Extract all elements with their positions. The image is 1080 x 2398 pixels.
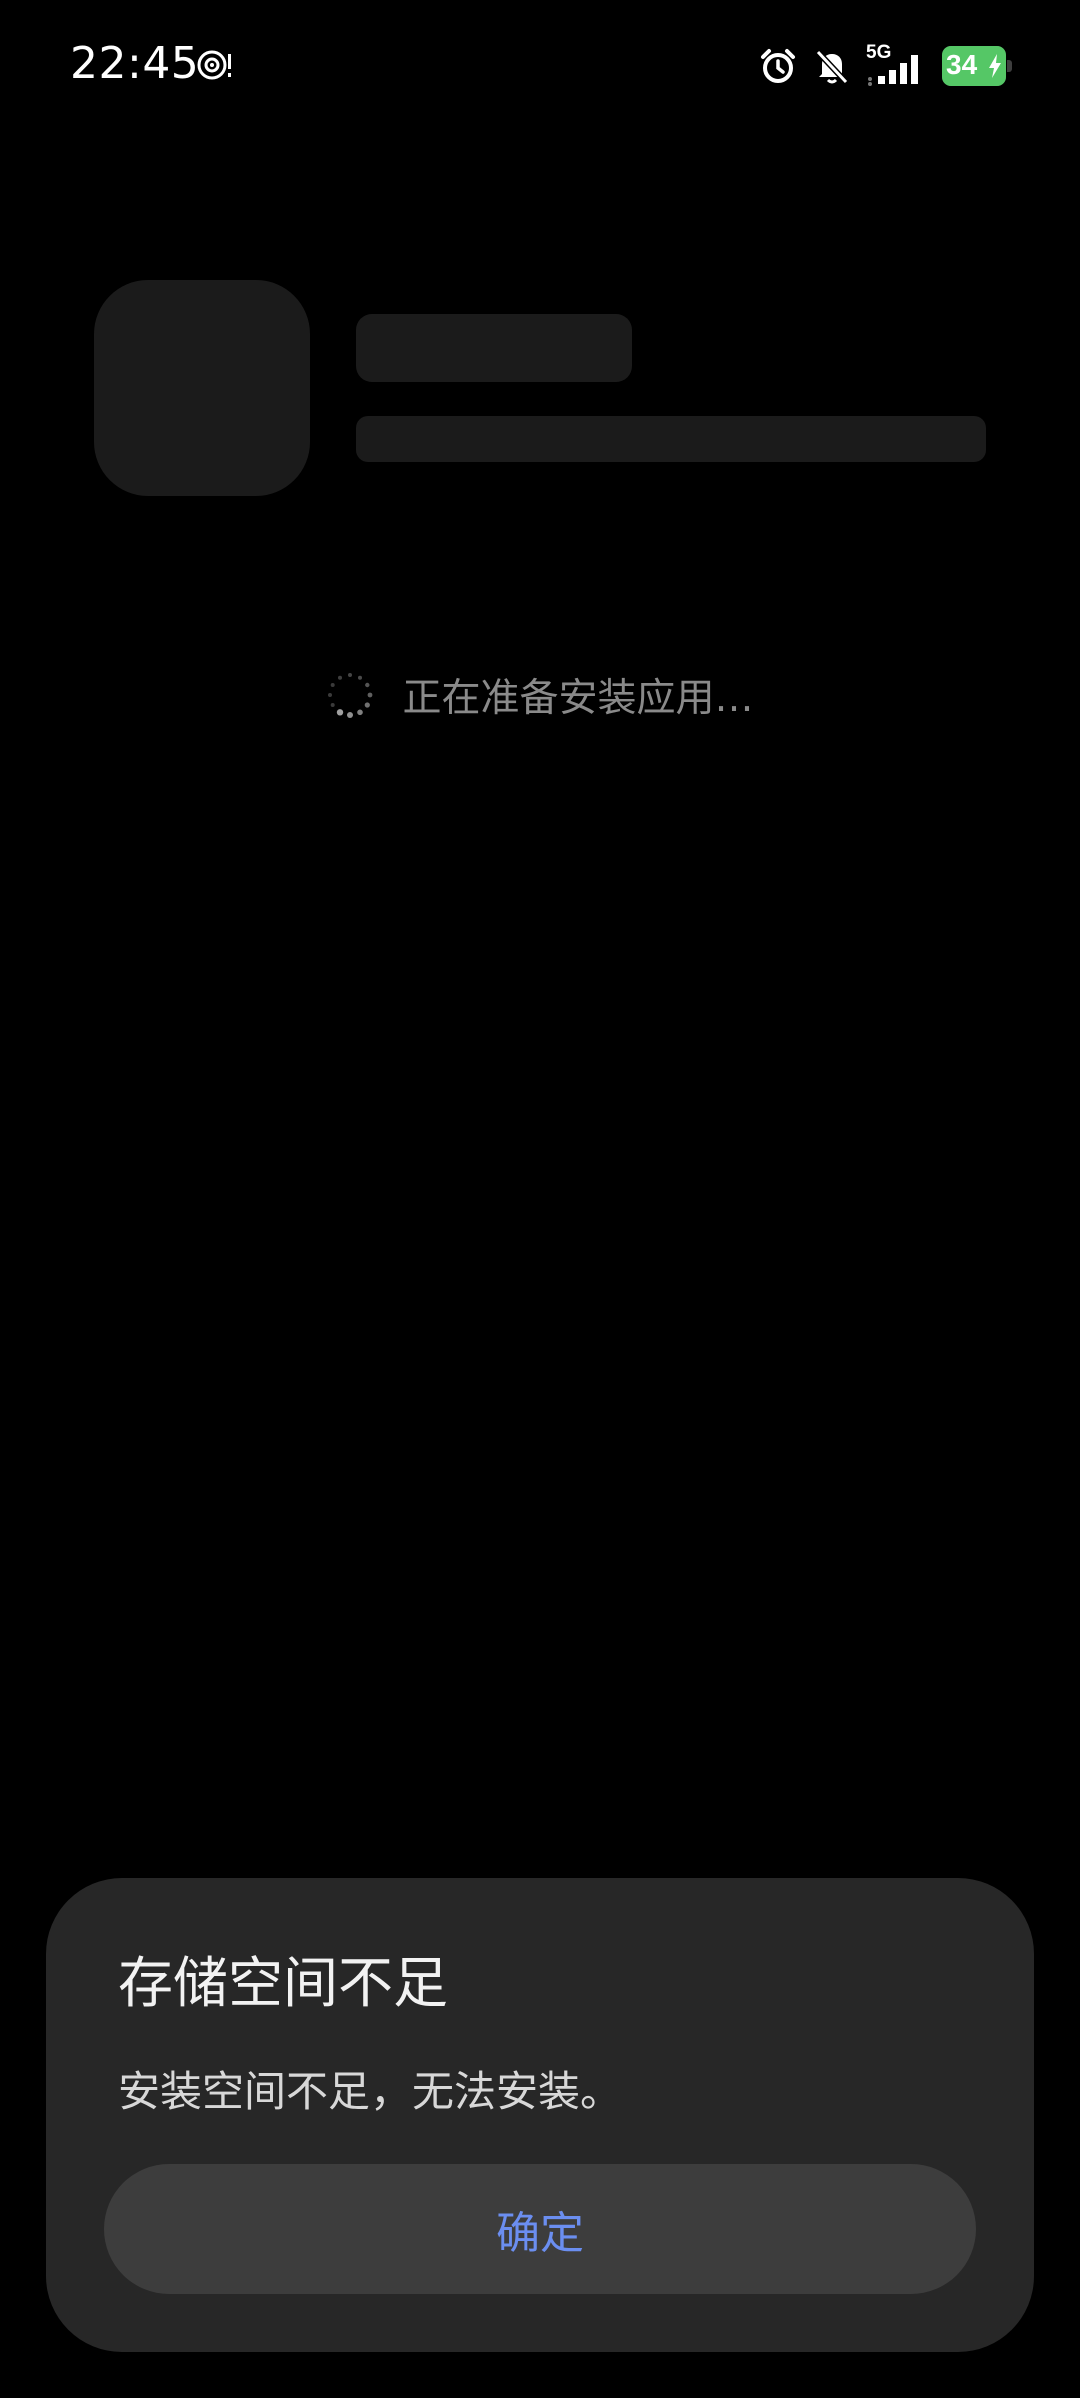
loading-spinner-icon [328,673,373,718]
bell-muted-icon [815,49,849,85]
battery-percent: 34 [946,49,978,80]
loading-status-text: 正在准备安装应用… [402,676,754,721]
app-info-placeholder [356,416,986,462]
dialog-message: 安装空间不足，无法安装。 [118,2067,623,2116]
loading-row: 正在准备安装应用… [0,660,1080,730]
app-icon-placeholder [94,280,310,496]
alarm-icon [761,49,795,83]
app-name-placeholder [356,314,632,382]
battery-icon: 34 [942,46,1012,86]
charging-bolt-icon [989,54,1001,78]
status-time: 22:45 [70,38,200,89]
hotspot-icon [197,50,231,80]
status-icons: 5G 34 [758,42,1012,88]
insufficient-storage-dialog: 存储空间不足 安装空间不足，无法安装。 确定 [46,1878,1034,2352]
confirm-button[interactable]: 确定 [104,2164,976,2294]
dialog-title: 存储空间不足 [118,1951,449,2015]
signal-icon: 5G [866,42,928,86]
status-bar: 22:45 5G 34 [0,0,1080,130]
